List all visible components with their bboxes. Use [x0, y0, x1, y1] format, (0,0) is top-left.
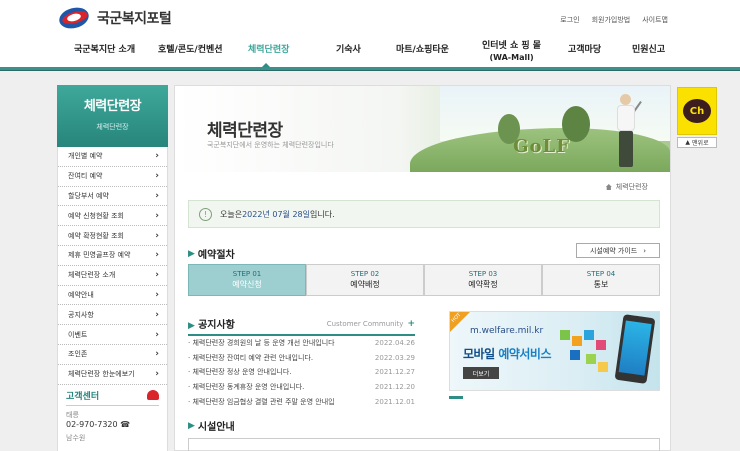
nav-dormitory[interactable]: 기숙사 [336, 45, 361, 56]
today-notice: ! 오늘은 2022년 07월 28일 입니다. [188, 200, 660, 228]
main-content: GoLF 체력단련장 국군복지단에서 운영하는 체력단련장입니다 체력단련장 !… [174, 85, 671, 451]
cs-region-2: 남수원 [66, 433, 86, 442]
chevron-right-icon: › [155, 230, 159, 241]
facility-guide-button[interactable]: 시설예약 가이드 › [576, 243, 660, 258]
sidebar: 체력단련장 체력단련장 개인별 예약 › 잔여티 예약 › 할당부서 예약 › 예약 … [57, 85, 168, 451]
main-nav: 국군복지단 소개 호텔/콘도/컨벤션 체력단련장 기숙사 마트/쇼핑타운 인터넷… [60, 38, 680, 68]
customer-center: 고객센터 태릉 02-970-7320 ☎ 남수원 [57, 384, 168, 451]
notice-list-header: ▶ 공지사항 Customer Community + [188, 316, 415, 336]
sidebar-item-partner-golf[interactable]: 제휴 민영골프장 예약 › [58, 246, 167, 266]
facility-panel [188, 438, 660, 451]
page-banner: GoLF 체력단련장 국군복지단에서 운영하는 체력단련장입니다 [175, 86, 670, 172]
mobile-service-banner[interactable]: HOT m.welfare.mil.kr 모바일 예약서비스 더보기 [449, 311, 660, 391]
mobile-url: m.welfare.mil.kr [470, 326, 544, 336]
caret-up-icon: ▲ [685, 139, 691, 146]
home-icon[interactable] [605, 184, 612, 190]
chevron-right-icon: › [155, 210, 159, 221]
site-logo[interactable]: 국군복지포털 [56, 4, 172, 32]
logo-emblem-icon [56, 4, 92, 32]
chevron-right-icon: › [155, 270, 159, 281]
chevron-right-icon: › [155, 289, 159, 300]
list-item[interactable]: · 체력단련장 동계휴장 운영 안내입니다. 2021.12.20 [188, 380, 415, 395]
golfer-illustration [614, 94, 642, 170]
sidebar-item-remaining-tee[interactable]: 잔여티 예약 › [58, 167, 167, 187]
sidebar-item-guide[interactable]: 예약안내 › [58, 286, 167, 306]
scroll-top-button[interactable]: ▲ 맨위로 [677, 137, 717, 148]
step-2: STEP 02 예약배정 [306, 264, 424, 296]
chevron-right-icon: › [155, 349, 159, 360]
breadcrumb: 체력단련장 [605, 182, 648, 192]
sidebar-subtitle: 체력단련장 [96, 123, 129, 131]
cs-region-1: 태릉 [66, 410, 79, 419]
nav-about[interactable]: 국군복지단 소개 [74, 45, 135, 56]
sitemap-link[interactable]: 사이트맵 [642, 15, 668, 25]
reservation-section-title: ▶ 예약절차 [188, 248, 235, 262]
sidebar-item-department-reservation[interactable]: 할당부서 예약 › [58, 187, 167, 207]
phone-icon [147, 390, 159, 401]
chevron-right-icon: › [155, 250, 159, 261]
notice-list: ▶ 공지사항 Customer Community + · 체력단련장 경희원의 … [188, 316, 415, 409]
utility-links: 로그인 회원가입방법 사이트맵 [560, 15, 668, 25]
sidebar-menu: 개인별 예약 › 잔여티 예약 › 할당부서 예약 › 예약 신청현황 조회 › 예약 … [57, 147, 168, 385]
reservation-steps: STEP 01 예약신청 STEP 02 예약배정 STEP 03 예약확정 S… [188, 264, 660, 296]
site-header: 국군복지포털 로그인 회원가입방법 사이트맵 국군복지단 소개 호텔/콘도/컨벤… [0, 0, 740, 71]
mosaic-graphic [550, 330, 610, 378]
sidebar-item-notices[interactable]: 공지사항 › [58, 305, 167, 326]
nav-customer[interactable]: 고객마당 [568, 45, 601, 56]
list-item[interactable]: · 체력단련장 잔여티 예약 관련 안내입니다. 2022.03.29 [188, 351, 415, 366]
sidebar-item-confirmed-status[interactable]: 예약 확정현황 조회 › [58, 226, 167, 246]
today-date: 2022년 07월 28일 [242, 209, 310, 219]
more-button[interactable]: 더보기 [463, 367, 499, 379]
sidebar-item-request-status[interactable]: 예약 신청현황 조회 › [58, 206, 167, 227]
nav-fitness[interactable]: 체력단련장 [248, 45, 289, 56]
nav-complaint[interactable]: 민원신고 [632, 45, 665, 56]
sidebar-item-intro[interactable]: 체력단련장 소개 › [58, 266, 167, 286]
sidebar-item-overview[interactable]: 체력단련장 한눈에보기 › [58, 365, 167, 385]
section-marker-icon: ▶ [188, 420, 195, 431]
info-icon: ! [199, 207, 212, 221]
plus-icon: + [407, 318, 415, 329]
chevron-right-icon: › [155, 151, 159, 162]
kakao-channel-button[interactable]: Ch [677, 87, 717, 135]
sidebar-item-personal-reservation[interactable]: 개인별 예약 › [58, 147, 167, 167]
nav-mall[interactable]: 인터넷 쇼 핑 몰 (WA-Mall) [482, 41, 541, 63]
sidebar-item-join-zone[interactable]: 조인존 › [58, 345, 167, 365]
chevron-right-icon: › [155, 369, 159, 380]
customer-center-title: 고객센터 [66, 389, 159, 406]
logo-text: 국군복지포털 [97, 11, 172, 27]
chevron-right-icon: › [155, 309, 159, 320]
sidebar-item-events[interactable]: 이벤트 › [58, 325, 167, 345]
notice-list-title: ▶ 공지사항 [188, 320, 235, 331]
chevron-right-icon: › [155, 171, 159, 182]
cs-number-1: 02-970-7320 ☎ [66, 419, 131, 429]
step-4: STEP 04 통보 [542, 264, 660, 296]
facility-section-title: ▶ 시설안내 [188, 420, 235, 434]
kakao-channel-icon: Ch [683, 99, 711, 123]
login-link[interactable]: 로그인 [560, 15, 579, 25]
nav-bar [0, 67, 740, 71]
list-item[interactable]: · 체력단련장 임금협상 결렬 관련 주말 운영 안내입 2021.12.01 [188, 394, 415, 409]
list-item[interactable]: · 체력단련장 정상 운영 안내입니다. 2021.12.27 [188, 365, 415, 380]
page-subtitle: 국군복지단에서 운영하는 체력단련장입니다 [207, 141, 334, 149]
chevron-right-icon: › [155, 329, 159, 340]
sidebar-header: 체력단련장 체력단련장 [57, 85, 168, 147]
chevron-right-icon: › [155, 190, 159, 201]
section-marker-icon: ▶ [188, 248, 195, 259]
notice-more-link[interactable]: Customer Community + [327, 319, 415, 329]
list-item[interactable]: · 체력단련장 경희원의 날 등 운영 개선 안내입니다 2022.04.26 [188, 336, 415, 351]
hot-badge: HOT [450, 312, 470, 332]
smartphone-icon [614, 314, 656, 384]
mobile-banner-title: 모바일 예약서비스 [463, 347, 552, 361]
nav-hotel[interactable]: 호텔/콘도/컨벤션 [158, 45, 223, 56]
page-title: 체력단련장 [207, 121, 283, 141]
golf-banner-text: GoLF [513, 136, 570, 157]
chevron-right-icon: › [643, 246, 647, 255]
signup-guide-link[interactable]: 회원가입방법 [592, 15, 631, 25]
nav-mart[interactable]: 마트/쇼핑타운 [396, 45, 449, 56]
banner-pager[interactable] [449, 396, 463, 399]
step-1: STEP 01 예약신청 [188, 264, 306, 296]
sidebar-title: 체력단련장 [83, 99, 142, 114]
step-3: STEP 03 예약확정 [424, 264, 542, 296]
